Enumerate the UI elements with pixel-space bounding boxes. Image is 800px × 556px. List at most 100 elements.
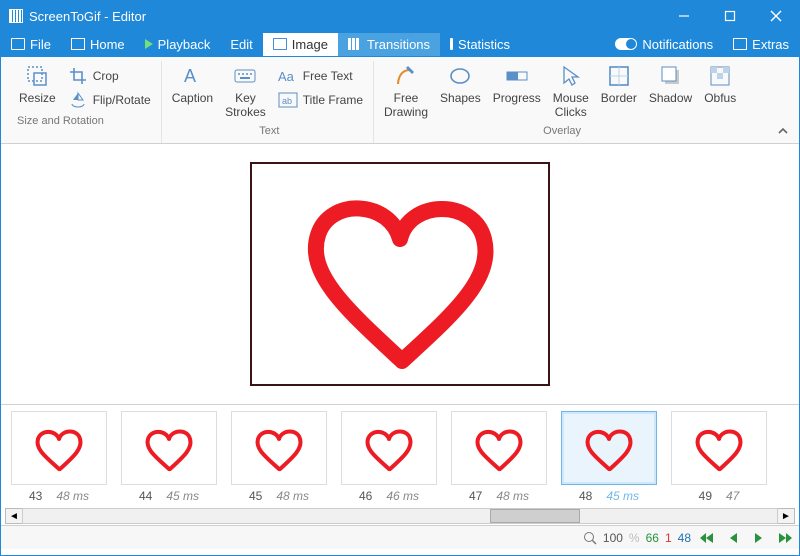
file-icon (11, 38, 25, 50)
flip-rotate-button[interactable]: Flip/Rotate (62, 89, 157, 111)
thumb-number: 45 (249, 489, 262, 503)
transitions-icon (348, 38, 362, 50)
freedraw-label-1: Free (394, 91, 419, 105)
menu-statistics[interactable]: Statistics (440, 33, 520, 56)
thumb-duration: 47 (726, 489, 739, 503)
crop-button[interactable]: Crop (62, 65, 157, 87)
statistics-icon (450, 38, 453, 50)
frame-thumb[interactable]: 46 46 ms (341, 411, 437, 503)
border-icon (606, 63, 632, 89)
close-button[interactable] (753, 1, 799, 31)
canvas-area (1, 144, 799, 404)
frame-total: 66 (646, 531, 659, 545)
frame-thumb[interactable]: 45 48 ms (231, 411, 327, 503)
nav-last-button[interactable] (775, 529, 795, 547)
shadow-button[interactable]: Shadow (643, 61, 698, 107)
menu-extras[interactable]: Extras (723, 33, 799, 56)
current-frame-preview[interactable] (250, 162, 550, 386)
thumb-image (11, 411, 107, 485)
resize-button[interactable]: Resize (13, 61, 62, 107)
progress-button[interactable]: Progress (487, 61, 547, 107)
menubar: File Home Playback Edit Image Transition… (1, 31, 799, 57)
selection-count: 1 (665, 531, 672, 545)
crop-label: Crop (93, 69, 119, 83)
thumb-duration: 48 ms (496, 489, 529, 503)
keystrokes-button[interactable]: Key Strokes (219, 61, 272, 121)
caption-button[interactable]: A Caption (166, 61, 219, 107)
thumb-image (561, 411, 657, 485)
menu-notifications[interactable]: Notifications (605, 33, 723, 56)
thumb-number: 44 (139, 489, 152, 503)
shadow-label: Shadow (649, 91, 692, 105)
thumb-number: 49 (699, 489, 712, 503)
border-label: Border (601, 91, 637, 105)
heart-drawing (260, 169, 540, 379)
cursor-icon (558, 63, 584, 89)
menu-home[interactable]: Home (61, 33, 135, 56)
svg-text:Aa: Aa (278, 69, 295, 84)
home-icon (71, 38, 85, 50)
toggle-icon (615, 38, 637, 50)
svg-text:A: A (184, 66, 196, 86)
titleframe-icon: ab (278, 91, 298, 109)
menu-edit[interactable]: Edit (220, 33, 262, 56)
app-icon (9, 9, 23, 23)
timeline: 43 48 ms 44 45 ms 45 48 ms 46 46 ms 47 4… (1, 404, 799, 525)
scroll-handle[interactable] (490, 509, 580, 523)
caption-icon: A (179, 63, 205, 89)
keystrokes-label-1: Key (235, 91, 256, 105)
shapes-button[interactable]: Shapes (434, 61, 487, 107)
freetext-label: Free Text (303, 69, 353, 83)
mouseclicks-button[interactable]: Mouse Clicks (547, 61, 595, 121)
titleframe-button[interactable]: ab Title Frame (272, 89, 369, 111)
group-size-label: Size and Rotation (13, 111, 157, 133)
progress-label: Progress (493, 91, 541, 105)
extras-icon (733, 38, 747, 50)
border-button[interactable]: Border (595, 61, 643, 107)
freedraw-icon (393, 63, 419, 89)
frame-thumb[interactable]: 47 48 ms (451, 411, 547, 503)
frame-thumb[interactable]: 48 45 ms (561, 411, 657, 503)
freetext-button[interactable]: Aa Free Text (272, 65, 369, 87)
shadow-icon (658, 63, 684, 89)
thumb-duration: 48 ms (276, 489, 309, 503)
frame-thumb[interactable]: 44 45 ms (121, 411, 217, 503)
obfuscate-button[interactable]: Obfus (698, 61, 742, 107)
zoom-pct: % (629, 531, 640, 545)
nav-prev-button[interactable] (723, 529, 743, 547)
scroll-right-button[interactable]: ► (777, 508, 795, 524)
thumb-number: 48 (579, 489, 592, 503)
minimize-button[interactable] (661, 1, 707, 31)
menu-file[interactable]: File (1, 33, 61, 56)
shapes-icon (447, 63, 473, 89)
keystrokes-label-2: Strokes (225, 105, 266, 119)
thumb-duration: 48 ms (56, 489, 89, 503)
thumb-number: 46 (359, 489, 372, 503)
frame-thumb[interactable]: 43 48 ms (11, 411, 107, 503)
menu-image[interactable]: Image (263, 33, 338, 56)
collapse-ribbon-button[interactable] (777, 125, 789, 137)
freedraw-button[interactable]: Free Drawing (378, 61, 434, 121)
freetext-icon: Aa (278, 67, 298, 85)
thumb-image (121, 411, 217, 485)
scroll-left-button[interactable]: ◄ (5, 508, 23, 524)
flip-rotate-icon (68, 91, 88, 109)
status-bar: 100 % 66 1 48 (1, 525, 799, 549)
titlebar: ScreenToGif - Editor (1, 1, 799, 31)
thumb-duration: 45 ms (606, 489, 639, 503)
current-frame-index: 48 (678, 531, 691, 545)
scroll-track[interactable] (22, 508, 778, 524)
timeline-scrollbar[interactable]: ◄ ► (5, 507, 795, 525)
thumb-duration: 45 ms (166, 489, 199, 503)
thumb-image (451, 411, 547, 485)
mouse-label-2: Clicks (555, 105, 587, 119)
thumb-image (671, 411, 767, 485)
maximize-button[interactable] (707, 1, 753, 31)
frame-thumb[interactable]: 49 47 (671, 411, 767, 503)
menu-transitions[interactable]: Transitions (338, 33, 440, 56)
image-icon (273, 38, 287, 50)
nav-next-button[interactable] (749, 529, 769, 547)
menu-playback[interactable]: Playback (135, 33, 221, 56)
nav-first-button[interactable] (697, 529, 717, 547)
ribbon: Resize Crop Flip/Rotate Size and Rotatio… (1, 57, 799, 144)
